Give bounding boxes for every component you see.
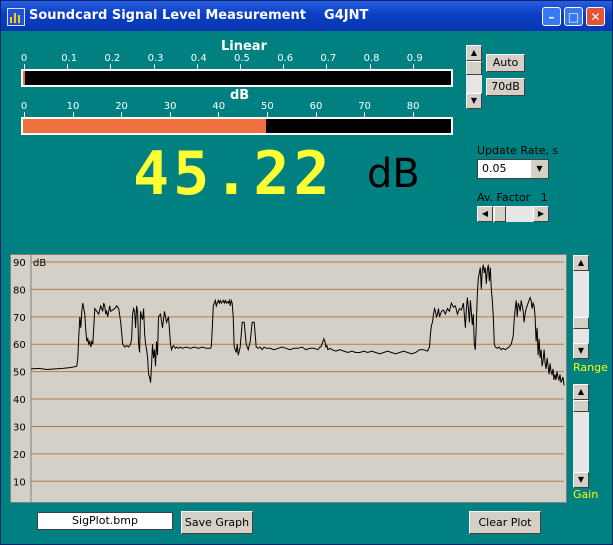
meter-scroll-down-icon[interactable]: ▼	[466, 93, 482, 109]
av-factor-label: Av. Factor 1	[477, 191, 548, 204]
db-tick-label: 30	[163, 101, 177, 112]
range-70db-button[interactable]: 70dB	[486, 78, 525, 96]
linear-meter	[21, 69, 453, 87]
y-tick-label: 60	[13, 340, 26, 351]
range-scroll-thumb[interactable]	[573, 317, 589, 329]
linear-tick-label: 0.4	[190, 53, 207, 64]
y-tick-label: 20	[13, 450, 26, 461]
db-tick-label: 10	[66, 101, 80, 112]
signal-series-line	[30, 264, 565, 386]
linear-tick-label: 0.7	[320, 53, 337, 64]
db-tick-label: 0	[20, 101, 28, 112]
update-rate-value: 0.05	[482, 162, 507, 175]
db-meter	[21, 117, 453, 135]
range-label: Range	[573, 361, 608, 374]
db-tick-label: 60	[309, 101, 323, 112]
maximize-button[interactable]: □	[564, 7, 583, 26]
y-tick-label: 90	[13, 258, 26, 269]
av-factor-thumb[interactable]	[494, 206, 506, 222]
gain-scroll-down-icon[interactable]: ▼	[573, 472, 589, 488]
chevron-down-icon[interactable]: ▼	[530, 160, 548, 178]
auto-button[interactable]: Auto	[486, 54, 525, 72]
gain-scroll-up-icon[interactable]: ▲	[573, 384, 589, 400]
meter-scroll-thumb[interactable]	[466, 61, 482, 75]
linear-tick-label: 0	[20, 53, 28, 64]
y-tick-label: 10	[13, 477, 26, 488]
linear-scale-label: Linear	[221, 39, 267, 54]
gain-scroll-thumb[interactable]	[573, 400, 589, 412]
linear-tick-label: 0.3	[147, 53, 164, 64]
db-tick-label: 50	[261, 101, 274, 112]
y-tick-label: 50	[13, 368, 26, 379]
signal-graph: 90 80 70 60 50 40 30 20 10 dB	[10, 254, 567, 503]
db-tick-label: 20	[115, 101, 128, 112]
range-scrollbar[interactable]: ▲ ▼	[573, 255, 589, 359]
linear-tick-label: 0.1	[61, 53, 78, 64]
y-axis-label: dB	[33, 258, 46, 269]
meter-scroll-up-icon[interactable]: ▲	[466, 45, 482, 61]
linear-tick-label: 0.9	[406, 53, 423, 64]
db-tick-label: 70	[358, 101, 371, 112]
db-meter-fill	[23, 119, 267, 133]
app-icon	[7, 8, 25, 26]
linear-tick-label: 0.2	[104, 53, 121, 64]
y-tick-label: 80	[13, 285, 26, 296]
main-window: Soundcard Signal Level Measurement G4JNT…	[0, 0, 613, 545]
y-tick-label: 70	[13, 313, 26, 324]
range-scroll-down-icon[interactable]: ▼	[573, 343, 589, 359]
chevron-left-icon[interactable]: ◀	[477, 206, 493, 222]
linear-tick-label: 0.8	[363, 53, 380, 64]
db-scale-label: dB	[230, 88, 250, 103]
linear-meter-fill	[23, 71, 26, 85]
av-factor-slider[interactable]: ◀ ▶	[477, 206, 549, 222]
clear-plot-button[interactable]: Clear Plot	[469, 511, 541, 534]
signal-plot: 90 80 70 60 50 40 30 20 10 dB	[13, 255, 565, 502]
window-title: Soundcard Signal Level Measurement G4JNT	[29, 8, 369, 23]
db-tick-label: 40	[212, 101, 226, 112]
level-unit: dB	[367, 151, 420, 197]
filename-field[interactable]: SigPlot.bmp	[37, 512, 173, 530]
level-reading: 45.22	[133, 139, 334, 209]
linear-tick-label: 0.5	[234, 53, 250, 64]
y-tick-label: 40	[13, 395, 26, 406]
minimize-button[interactable]: –	[542, 7, 561, 26]
chevron-right-icon[interactable]: ▶	[533, 206, 549, 222]
gain-scrollbar[interactable]: ▲ ▼	[573, 384, 589, 488]
close-button[interactable]: ✕	[586, 7, 605, 26]
save-graph-button[interactable]: Save Graph	[181, 511, 253, 534]
av-factor-value: 1	[540, 191, 548, 204]
linear-tick-label: 0.6	[277, 53, 294, 64]
title-bar[interactable]: Soundcard Signal Level Measurement G4JNT…	[1, 1, 612, 31]
av-factor-text: Av. Factor	[477, 191, 531, 204]
db-tick-label: 80	[406, 101, 420, 112]
y-tick-label: 30	[13, 422, 26, 433]
update-rate-select[interactable]: 0.05 ▼	[477, 159, 549, 179]
meter-scrollbar[interactable]: ▲ ▼	[466, 45, 482, 109]
update-rate-label: Update Rate, s	[477, 144, 559, 157]
gain-label: Gain	[573, 488, 599, 501]
range-scroll-up-icon[interactable]: ▲	[573, 255, 589, 271]
